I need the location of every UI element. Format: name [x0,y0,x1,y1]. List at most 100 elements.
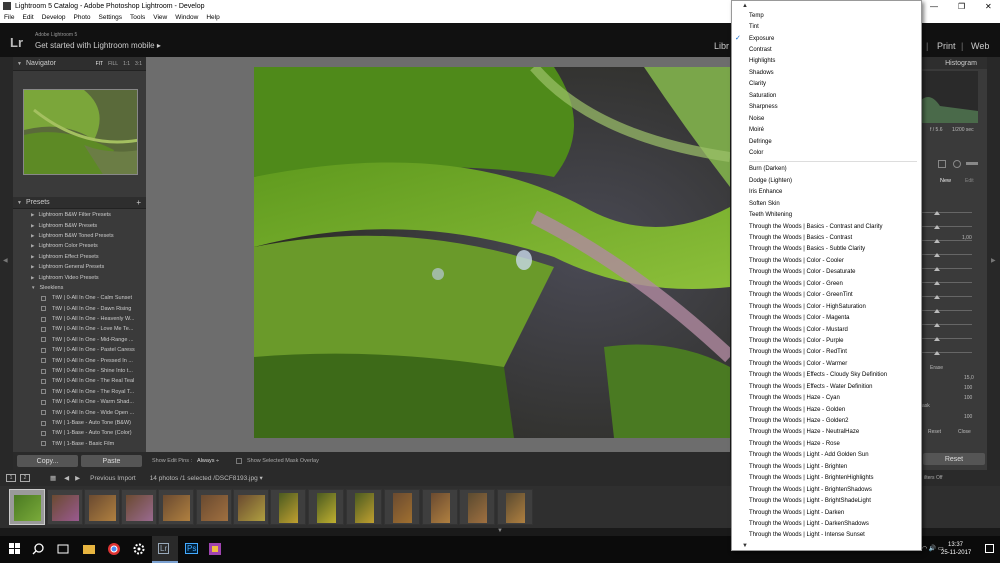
crop-tool-icon[interactable] [938,160,946,168]
preset-item[interactable]: ▶ Lightroom B&W Presets [13,220,146,230]
navigator-preview[interactable] [23,89,138,175]
dropdown-item[interactable]: ✓ Exposure [732,33,921,44]
module-web[interactable]: Web [971,41,989,51]
filmstrip-thumbnail[interactable] [270,489,306,525]
dropdown-item[interactable]: Through the Woods | Color - RedTint [732,347,921,358]
dropdown-item[interactable]: Contrast [732,44,921,55]
menu-window[interactable]: Window [171,14,202,21]
dropdown-item[interactable]: Through the Woods | Light - BrightenHigh… [732,473,921,484]
slider-knob[interactable] [934,323,940,327]
paint-app-icon[interactable] [208,542,222,556]
preset-item[interactable]: TtW | 0-All In One - Wide Open ... [13,407,146,417]
brush-close-button[interactable]: Close [958,429,971,435]
slider-knob[interactable] [934,225,940,229]
preset-item[interactable]: ▶ Lightroom Effect Presets [13,252,146,262]
dropdown-item[interactable]: Through the Woods | Color - Purple [732,335,921,346]
preset-item[interactable]: TtW | 0-All In One - Warm Shad... [13,397,146,407]
preset-item[interactable]: TtW | 0-All In One - Love Me Te... [13,324,146,334]
preset-item[interactable]: TtW | 0-All In One - Calm Sunset [13,293,146,303]
navigator-header[interactable]: ▼ Navigator FIT FILL 1:1 3:1 [13,57,146,71]
zoom-fit[interactable]: FIT [96,61,104,67]
filters-status[interactable]: ilters Off [924,475,943,481]
page-2-button[interactable]: 2 [20,474,30,482]
dropdown-item[interactable]: Sharpness [732,102,921,113]
taskbar-time[interactable]: 13:37 [948,542,963,548]
dropdown-item[interactable]: Through the Woods | Light - Intense Suns… [732,530,921,541]
adjust-slider[interactable] [922,226,972,227]
brush-tool-icon[interactable] [966,162,978,165]
photoshop-icon[interactable]: Ps [185,543,199,554]
copy-button[interactable]: Copy... [17,455,78,467]
dropdown-item[interactable]: Through the Woods | Effects - Cloudy Sky… [732,370,921,381]
filmstrip-thumbnail[interactable] [497,489,533,525]
edit-pins-select[interactable]: Always ÷ [197,458,219,464]
preset-item[interactable]: TtW | 0-All In One - Shine Into t... [13,366,146,376]
filmstrip-thumbnail[interactable] [233,489,269,525]
zoom-3-1[interactable]: 3:1 [135,61,142,67]
paste-button[interactable]: Paste [81,455,142,467]
slider-knob[interactable] [934,253,940,257]
preset-item[interactable]: ▶ Lightroom Video Presets [13,272,146,282]
module-print[interactable]: Print [937,41,956,51]
brush-reset-button[interactable]: Reset [928,429,941,435]
preset-item[interactable]: TtW | 1-Base - Auto Tone (Color) [13,428,146,438]
dropdown-item[interactable]: Burn (Darken) [732,164,921,175]
menu-file[interactable]: File [0,14,18,21]
dropdown-item[interactable]: Temp [732,10,921,21]
filmstrip-thumbnail[interactable] [384,489,420,525]
adjust-slider[interactable] [922,352,972,353]
filmstrip-source[interactable]: Previous Import [90,475,136,482]
taskbar-lightroom[interactable]: Lr [152,536,178,563]
preset-item[interactable]: TtW | 0-All In One - Mid-Range ... [13,335,146,345]
dropdown-item[interactable]: Through the Woods | Haze - Cyan [732,392,921,403]
adjust-slider[interactable] [922,254,972,255]
task-view-icon[interactable] [56,542,70,556]
right-panel-toggle[interactable]: ▶ [987,57,1000,470]
dropdown-item[interactable]: Highlights [732,56,921,67]
grid-view-icon[interactable]: ▦ [50,474,56,482]
close-button[interactable]: ✕ [985,0,992,12]
preset-item[interactable]: TtW | 0-All In One - The Royal T... [13,387,146,397]
radial-filter-icon[interactable] [953,160,961,168]
dropdown-item[interactable]: Through the Woods | Basics - Contrast an… [732,221,921,232]
dropdown-item[interactable]: Dodge (Lighten) [732,175,921,186]
dropdown-item[interactable]: Through the Woods | Color - Mustard [732,324,921,335]
dropdown-item[interactable]: Through the Woods | Basics - Contrast [732,232,921,243]
dropdown-item[interactable]: Soften Skin [732,198,921,209]
reset-button[interactable]: Reset [923,453,985,465]
menu-tools[interactable]: Tools [126,14,149,21]
dropdown-item[interactable]: Through the Woods | Haze - NeutralHaze [732,427,921,438]
zoom-1-1[interactable]: 1:1 [123,61,130,67]
zoom-fill[interactable]: FILL [108,61,118,67]
file-explorer-icon[interactable] [82,542,96,556]
adjust-slider[interactable] [922,212,972,213]
mobile-link[interactable]: Get started with Lightroom mobile ▸ [35,41,161,50]
filmstrip-thumbnail[interactable] [459,489,495,525]
search-icon[interactable] [32,542,46,556]
mask-new-button[interactable]: New [940,178,951,184]
adjust-slider[interactable] [922,310,972,311]
dropdown-item[interactable]: Iris Enhance [732,187,921,198]
scroll-down-icon[interactable]: ▼ [732,541,921,550]
dropdown-item[interactable]: Saturation [732,90,921,101]
adjust-slider[interactable] [922,268,972,269]
filmstrip-filename[interactable]: DSCF8193.jpg ▾ [215,474,263,482]
filmstrip-thumbnail[interactable] [422,489,458,525]
slider-knob[interactable] [934,337,940,341]
preset-item[interactable]: TtW | 0-All In One - Pressed In ... [13,355,146,365]
taskbar-date[interactable]: 25-11-2017 [941,550,971,556]
preset-item[interactable]: TtW | 1-Base - Basic Film [13,439,146,449]
menu-photo[interactable]: Photo [70,14,95,21]
adjust-slider[interactable] [922,338,972,339]
dropdown-item[interactable]: Through the Woods | Color - Magenta [732,312,921,323]
slider-knob[interactable] [934,295,940,299]
dropdown-item[interactable]: Moiré [732,124,921,135]
chrome-icon[interactable] [107,542,121,556]
dropdown-item[interactable]: Through the Woods | Light - BrightShadeL… [732,495,921,506]
histogram-header[interactable]: Histogram [920,57,987,69]
erase-label[interactable]: Erase [930,365,943,371]
module-library[interactable]: Libr [714,41,729,51]
dropdown-item[interactable]: Through the Woods | Light - Darken [732,507,921,518]
mask-overlay-checkbox[interactable] [236,458,243,464]
dropdown-item[interactable]: Through the Woods | Light - Add Golden S… [732,450,921,461]
